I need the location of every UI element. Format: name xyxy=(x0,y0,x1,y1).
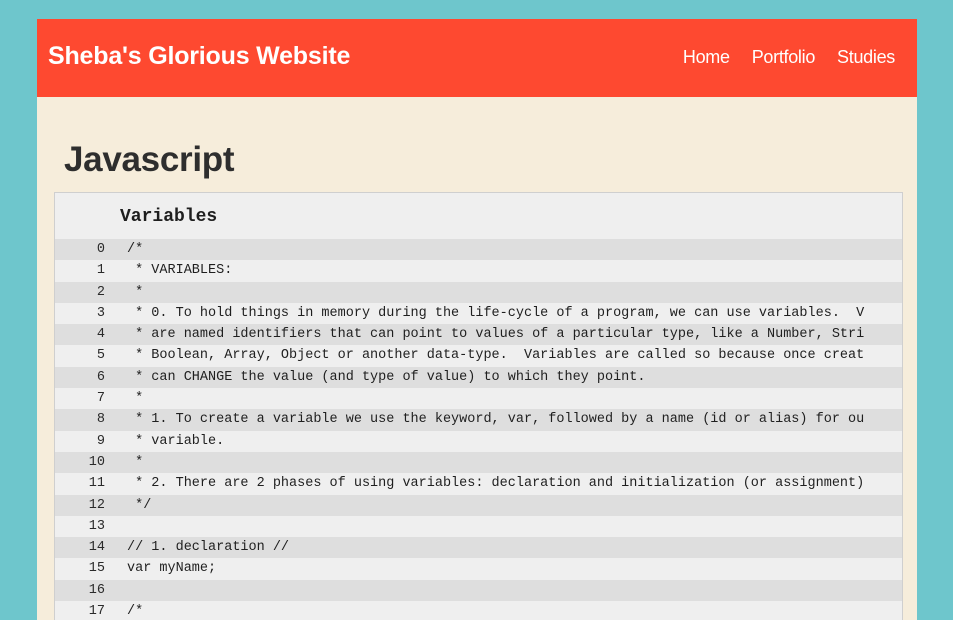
code-line: 14 // 1. declaration // xyxy=(55,537,902,559)
nav-link-studies[interactable]: Studies xyxy=(837,46,895,68)
code-lines: 0/* 1 * VARIABLES: 2 * 3 * 0. To hold thing… xyxy=(55,239,902,620)
line-content: * 0. To hold things in memory during the… xyxy=(127,305,865,321)
page-container: Sheba's Glorious Website Home Portfolio … xyxy=(37,19,917,620)
line-number: 8 xyxy=(96,412,105,428)
line-number: 14 xyxy=(88,540,105,556)
nav-link-home[interactable]: Home xyxy=(683,46,730,68)
line-number: 7 xyxy=(96,391,105,407)
line-number: 13 xyxy=(88,518,105,534)
line-content: * xyxy=(127,284,144,300)
line-number: 1 xyxy=(96,263,105,279)
line-content: * variable. xyxy=(127,433,225,449)
code-block[interactable]: Variables 0/* 1 * VARIABLES: 2 * 3 * 0. To … xyxy=(54,192,903,620)
line-number: 12 xyxy=(88,497,105,513)
nav-link-portfolio[interactable]: Portfolio xyxy=(752,46,816,68)
navbar: Sheba's Glorious Website Home Portfolio … xyxy=(37,19,917,97)
code-line: 16 xyxy=(55,579,902,602)
line-number: 4 xyxy=(96,327,105,343)
code-line: 3 * 0. To hold things in memory during t… xyxy=(55,302,902,325)
code-line: 17 /* xyxy=(55,601,902,620)
line-content: */ xyxy=(127,497,152,513)
line-content: * are named identifiers that can point t… xyxy=(127,327,865,343)
code-line: 11 * 2. There are 2 phases of using vari… xyxy=(55,473,902,495)
line-number: 2 xyxy=(96,284,105,300)
site-brand[interactable]: Sheba's Glorious Website xyxy=(48,41,350,71)
code-line: 0 /* xyxy=(55,239,902,261)
line-number: 5 xyxy=(96,348,105,364)
line-content: var myName; xyxy=(127,561,217,577)
line-number: 3 xyxy=(96,305,105,321)
line-content: * 1. To create a variable we use the key… xyxy=(127,412,865,428)
page-title: Javascript xyxy=(64,140,235,179)
code-line: 4 * are named identifiers that can point… xyxy=(55,324,902,346)
line-number: 16 xyxy=(88,582,105,598)
main-nav: Home Portfolio Studies xyxy=(661,46,895,68)
line-content: * xyxy=(127,454,144,470)
code-line: 6 * can CHANGE the value (and type of va… xyxy=(55,366,902,389)
line-content: /* xyxy=(127,604,144,620)
code-block-title: Variables xyxy=(120,207,218,227)
code-line: 5 * Boolean, Array, Object or another da… xyxy=(55,345,902,367)
code-line: 13 xyxy=(55,515,902,538)
line-number: 11 xyxy=(88,476,105,492)
code-line: 10 * xyxy=(55,451,902,474)
code-line: 2 * xyxy=(55,281,902,303)
line-content: // 1. declaration // xyxy=(127,540,290,556)
code-line: 12 */ xyxy=(55,494,902,516)
line-number: 17 xyxy=(88,604,105,620)
line-content: * VARIABLES: xyxy=(127,263,233,279)
line-content: * xyxy=(127,391,144,407)
code-line: 1 * VARIABLES: xyxy=(55,260,902,282)
code-line: 8 * 1. To create a variable we use the k… xyxy=(55,409,902,431)
line-content: * can CHANGE the value (and type of valu… xyxy=(127,369,646,385)
line-content: /* xyxy=(127,242,144,257)
line-number: 10 xyxy=(88,454,105,470)
code-line: 7 * xyxy=(55,388,902,410)
line-content: * Boolean, Array, Object or another data… xyxy=(127,348,865,364)
code-line: 9 * variable. xyxy=(55,430,902,452)
line-content: * 2. There are 2 phases of using variabl… xyxy=(127,476,865,492)
line-number: 15 xyxy=(88,561,105,577)
line-number: 9 xyxy=(96,433,105,449)
line-number: 6 xyxy=(96,369,105,385)
code-line: 15 var myName; xyxy=(55,558,902,580)
line-number: 0 xyxy=(96,242,105,257)
